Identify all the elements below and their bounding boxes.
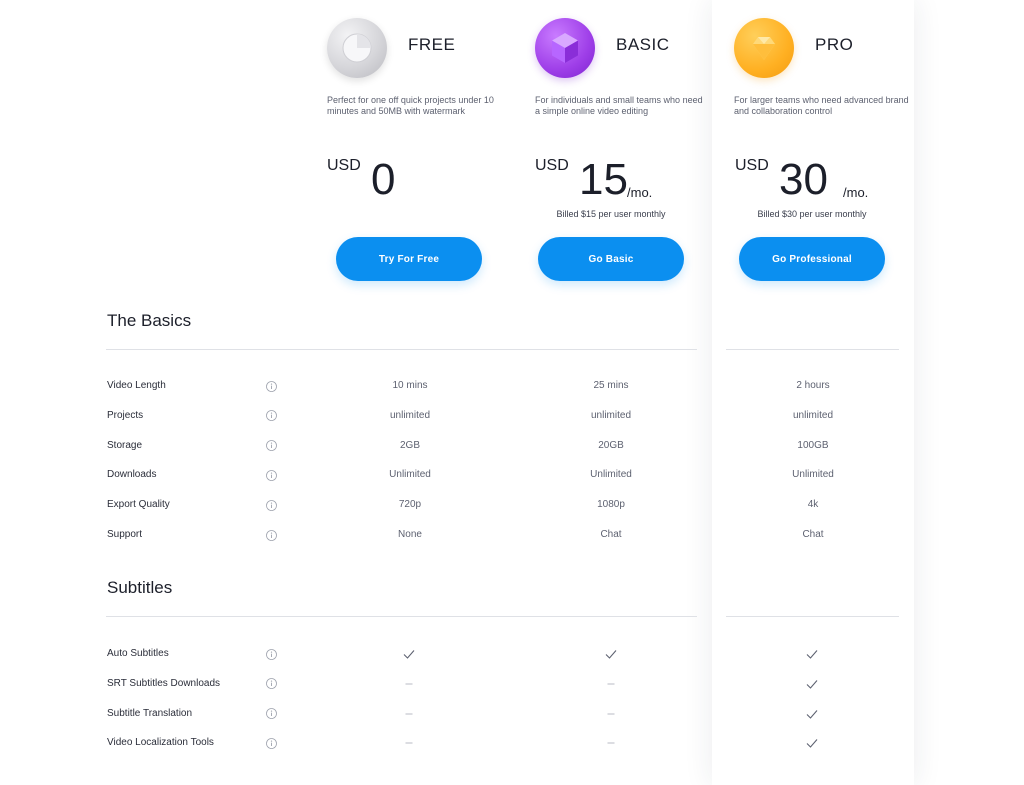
plan-name: BASIC bbox=[616, 35, 670, 54]
check-icon bbox=[806, 709, 818, 719]
feature-value: 1080p bbox=[597, 499, 625, 511]
feature-value: Unlimited bbox=[590, 469, 632, 481]
feature-value: 25 mins bbox=[593, 380, 629, 391]
feature-label: SRT Subtitles Downloads bbox=[107, 677, 221, 689]
feature-label: Subtitle Translation bbox=[107, 707, 193, 719]
feature-label: Projects bbox=[107, 409, 144, 421]
section-divider-pro bbox=[726, 349, 899, 350]
billing-note-pro: Billed $30 per user monthly bbox=[757, 209, 867, 219]
info-icon[interactable] bbox=[266, 469, 277, 481]
price-period: /mo. bbox=[843, 185, 869, 200]
check-icon bbox=[806, 679, 818, 689]
section-divider bbox=[106, 349, 697, 350]
feature-label: Storage bbox=[107, 439, 143, 451]
price-amount: 15 bbox=[579, 155, 628, 204]
plan-name: FREE bbox=[408, 35, 456, 54]
dash-icon bbox=[607, 742, 615, 744]
feature-value: None bbox=[398, 529, 422, 540]
info-icon[interactable] bbox=[266, 737, 277, 749]
pro-plan-card bbox=[712, 0, 914, 785]
price-amount: 30 bbox=[779, 155, 828, 204]
plan-description-pro: For larger teams who need advanced brand… bbox=[734, 95, 909, 116]
feature-label: Video Localization Tools bbox=[107, 737, 214, 749]
section-title-subtitles: Subtitles bbox=[107, 578, 173, 597]
info-icon[interactable] bbox=[266, 499, 277, 511]
plan-header-free: FREE bbox=[327, 18, 527, 78]
feature-value: unlimited bbox=[389, 409, 431, 421]
dash-icon bbox=[405, 713, 413, 715]
plan-header-pro: PRO bbox=[734, 18, 934, 78]
go-professional-button[interactable]: Go Professional bbox=[739, 237, 885, 281]
check-icon bbox=[403, 650, 415, 659]
check-icon bbox=[806, 650, 818, 659]
info-icon[interactable] bbox=[266, 708, 277, 719]
feature-value: Unlimited bbox=[792, 469, 834, 481]
feature-value: 2GB bbox=[399, 439, 420, 451]
check-icon bbox=[605, 650, 617, 659]
info-icon[interactable] bbox=[266, 678, 277, 690]
dash-icon bbox=[405, 683, 413, 685]
dash-icon bbox=[607, 713, 615, 715]
price-period: /mo. bbox=[627, 185, 653, 200]
plan-description-free: Perfect for one off quick projects under… bbox=[327, 95, 494, 116]
feature-value: 10 mins bbox=[392, 380, 428, 391]
feature-value: unlimited bbox=[792, 409, 834, 421]
feature-label: Video Length bbox=[107, 380, 166, 391]
feature-value: unlimited bbox=[590, 409, 632, 421]
feature-label: Downloads bbox=[107, 469, 157, 481]
info-icon[interactable] bbox=[266, 380, 277, 392]
basic-plan-icon bbox=[535, 18, 595, 78]
feature-value: Unlimited bbox=[389, 469, 431, 481]
feature-value: 100GB bbox=[797, 439, 829, 451]
feature-value: 2 hours bbox=[796, 380, 830, 391]
info-icon[interactable] bbox=[266, 410, 277, 422]
price-currency: USD bbox=[327, 157, 361, 174]
dash-icon bbox=[607, 683, 615, 685]
feature-value: Chat bbox=[802, 529, 824, 540]
section-divider-pro bbox=[726, 616, 899, 617]
plan-header-basic: BASIC bbox=[535, 18, 735, 78]
price-currency: USD bbox=[535, 157, 569, 174]
feature-label: Support bbox=[107, 529, 143, 540]
plan-description-basic: For individuals and small teams who need… bbox=[535, 95, 703, 116]
info-icon[interactable] bbox=[266, 440, 277, 451]
dash-icon bbox=[405, 742, 413, 744]
pro-plan-icon bbox=[734, 18, 794, 78]
feature-value: 4k bbox=[807, 499, 819, 511]
section-title-basics: The Basics bbox=[107, 311, 192, 330]
section-divider bbox=[106, 616, 697, 617]
try-for-free-button[interactable]: Try For Free bbox=[336, 237, 482, 281]
feature-value: 720p bbox=[398, 499, 422, 511]
check-icon bbox=[806, 739, 818, 749]
feature-label: Export Quality bbox=[107, 499, 170, 511]
info-icon[interactable] bbox=[266, 648, 277, 660]
go-basic-button[interactable]: Go Basic bbox=[538, 237, 684, 281]
plan-name: PRO bbox=[815, 35, 854, 54]
price-amount: 0 bbox=[371, 155, 396, 204]
feature-label: Auto Subtitles bbox=[107, 648, 169, 659]
feature-value: Chat bbox=[600, 529, 622, 540]
billing-note-basic: Billed $15 per user monthly bbox=[556, 209, 666, 219]
info-icon[interactable] bbox=[266, 529, 277, 541]
price-currency: USD bbox=[735, 157, 769, 174]
feature-value: 20GB bbox=[598, 439, 624, 451]
free-plan-icon bbox=[327, 18, 387, 78]
